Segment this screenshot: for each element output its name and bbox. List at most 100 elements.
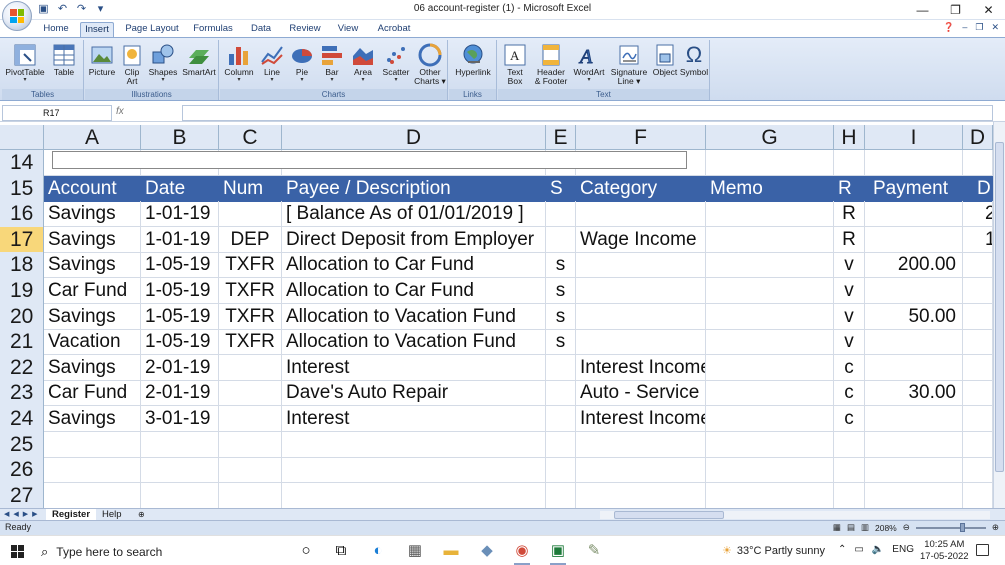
cell[interactable] [576, 303, 706, 330]
cell[interactable] [865, 354, 963, 381]
cell[interactable] [963, 354, 993, 381]
row-header[interactable]: 21 [0, 329, 44, 356]
row-header[interactable]: 22 [0, 354, 44, 381]
cell[interactable] [963, 303, 993, 330]
cell[interactable] [865, 406, 963, 432]
app-icon[interactable]: ◆ [476, 541, 498, 561]
column-header[interactable]: C [219, 125, 282, 150]
cell[interactable] [706, 354, 834, 381]
file-explorer-icon[interactable]: ▬ [440, 541, 462, 561]
cell[interactable] [576, 431, 706, 458]
cell[interactable]: Interest Income [576, 354, 706, 381]
cell[interactable]: 2-01-19 [141, 354, 219, 381]
cell[interactable] [865, 201, 963, 228]
zoom-slider-thumb[interactable] [959, 522, 965, 532]
signature-line-button[interactable]: Signature Line ▾ [608, 40, 650, 86]
column-header[interactable]: B [141, 125, 219, 150]
cell[interactable]: Interest Income [576, 406, 706, 432]
cell[interactable]: 1-01-19 [141, 226, 219, 253]
line-chart-button[interactable]: Line ▾ [258, 40, 286, 83]
cell[interactable] [219, 457, 282, 484]
cell[interactable]: Interest [282, 406, 546, 432]
cell[interactable] [219, 431, 282, 458]
language-indicator[interactable]: ENG [892, 544, 914, 555]
header-cell[interactable]: Memo [706, 175, 834, 202]
network-icon[interactable]: ▭ [854, 544, 863, 555]
cell[interactable]: v [834, 303, 865, 330]
cell[interactable] [576, 457, 706, 484]
cell[interactable]: Wage Income [576, 226, 706, 253]
pivottable-button[interactable]: PivotTable ▾ [4, 40, 46, 83]
office-button[interactable] [2, 1, 32, 31]
tab-formulas[interactable]: Formulas [190, 22, 236, 37]
cell[interactable]: 1-05-19 [141, 329, 219, 356]
cell[interactable]: Savings [44, 201, 141, 228]
row-header[interactable]: 24 [0, 406, 44, 432]
cell[interactable]: 1-01-19 [141, 201, 219, 228]
cell[interactable]: 2-01-19 [141, 380, 219, 407]
cell[interactable] [219, 406, 282, 432]
cell[interactable] [963, 457, 993, 484]
tab-insert[interactable]: Insert [80, 22, 114, 37]
cell[interactable]: s [546, 278, 576, 304]
cell[interactable]: TXFR [219, 278, 282, 304]
cell[interactable] [706, 201, 834, 228]
row-header[interactable]: 17 [0, 226, 44, 253]
row-header[interactable]: 18 [0, 252, 44, 279]
cell[interactable] [546, 482, 576, 508]
cell[interactable] [706, 303, 834, 330]
cell[interactable]: c [834, 380, 865, 407]
cell[interactable] [706, 380, 834, 407]
text-box-shape[interactable] [52, 151, 687, 169]
tab-data[interactable]: Data [246, 22, 276, 37]
header-footer-button[interactable]: Header & Footer [532, 40, 570, 86]
pie-chart-button[interactable]: Pie ▾ [288, 40, 316, 83]
row-header[interactable]: 15 [0, 175, 44, 202]
vertical-scroll-thumb[interactable] [995, 142, 1004, 472]
cell[interactable] [865, 457, 963, 484]
column-header[interactable]: E [546, 125, 576, 150]
row-header[interactable]: 16 [0, 201, 44, 228]
cell[interactable]: 200.00 [865, 252, 963, 279]
horizontal-scroll-thumb[interactable] [614, 511, 724, 519]
cell[interactable] [219, 201, 282, 228]
other-charts-button[interactable]: Other Charts ▾ [413, 40, 447, 86]
cell[interactable]: TXFR [219, 252, 282, 279]
name-box[interactable]: R17 [2, 105, 112, 121]
calculator-icon[interactable]: ▦ [404, 541, 426, 561]
maximize-button[interactable]: ❐ [939, 0, 972, 20]
cell[interactable]: Allocation to Vacation Fund [282, 329, 546, 356]
cell[interactable] [865, 226, 963, 253]
row-header[interactable]: 23 [0, 380, 44, 407]
cell[interactable]: Allocation to Car Fund [282, 252, 546, 279]
cell[interactable]: v [834, 252, 865, 279]
cell[interactable] [576, 201, 706, 228]
cell[interactable] [706, 406, 834, 432]
paint-icon[interactable]: ✎ [583, 541, 605, 561]
cell[interactable]: Vacation [44, 329, 141, 356]
cell[interactable] [44, 431, 141, 458]
cell[interactable] [546, 226, 576, 253]
cell[interactable] [865, 431, 963, 458]
cell[interactable]: Savings [44, 354, 141, 381]
cell[interactable]: 50.00 [865, 303, 963, 330]
cell[interactable]: s [546, 252, 576, 279]
cell[interactable]: R [834, 201, 865, 228]
cell[interactable] [963, 380, 993, 407]
cell[interactable] [963, 252, 993, 279]
page-break-view-icon[interactable]: ▥ [861, 522, 869, 533]
zoom-level[interactable]: 208% [875, 523, 897, 533]
cell[interactable] [963, 150, 993, 176]
row-header[interactable]: 27 [0, 482, 44, 508]
header-cell[interactable]: Num [219, 175, 282, 202]
cell[interactable]: Dave's Auto Repair [282, 380, 546, 407]
cell[interactable]: 2 [963, 201, 993, 228]
select-all-corner[interactable] [0, 125, 44, 150]
header-cell[interactable]: Account [44, 175, 141, 202]
formula-input[interactable] [182, 105, 993, 121]
header-cell[interactable]: Payment [865, 175, 963, 202]
cell[interactable] [963, 329, 993, 356]
task-view-icon[interactable]: ⧉ [330, 541, 352, 561]
edge-browser-icon[interactable]: ◐ [367, 541, 389, 561]
cell[interactable]: s [546, 303, 576, 330]
